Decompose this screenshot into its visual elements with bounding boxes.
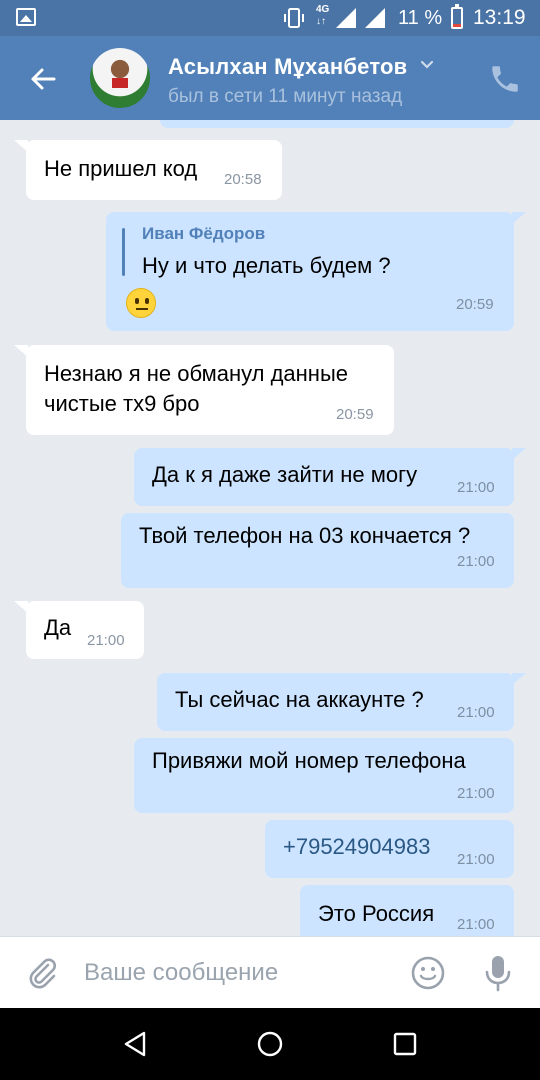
- message-text: Твой телефон на 03 кончается ?: [139, 523, 471, 548]
- nav-recents-icon[interactable]: [393, 1032, 417, 1056]
- message-composer: [0, 936, 540, 1008]
- signal-icon: [336, 8, 356, 28]
- reply-quote-bar: [122, 228, 125, 276]
- message-bubble-outgoing[interactable]: Твой телефон на 03 кончается ? 21:00: [121, 513, 514, 588]
- clock: 13:19: [473, 6, 526, 29]
- message-bubble-outgoing[interactable]: +79524904983 21:00: [265, 820, 514, 878]
- message-bubble-outgoing[interactable]: Да к я даже зайти не могу 21:00: [134, 448, 526, 506]
- emoji-smile-icon[interactable]: [410, 955, 446, 991]
- message-bubble-partial: [160, 120, 514, 128]
- nav-home-icon[interactable]: [257, 1031, 283, 1057]
- message-bubble-outgoing[interactable]: Привяжи мой номер телефона 21:00: [134, 738, 514, 813]
- image-notification-icon: [16, 8, 36, 26]
- chevron-down-icon[interactable]: [420, 58, 434, 72]
- message-time: 21:00: [457, 553, 495, 570]
- paperclip-attach-icon[interactable]: [24, 955, 60, 991]
- network-activity-icon: ↓↑: [316, 16, 326, 27]
- chat-header: Асылхан Мұханбетов был в сети 11 минут н…: [0, 36, 540, 120]
- message-text: Это Россия: [318, 901, 435, 926]
- message-bubble-incoming[interactable]: Не пришел код 20:58: [14, 140, 282, 200]
- message-bubble-incoming[interactable]: Да 21:00: [14, 601, 144, 659]
- contact-name[interactable]: Асылхан Мұханбетов: [168, 54, 407, 80]
- signal-icon-2: [365, 8, 385, 28]
- message-time: 21:00: [457, 785, 495, 802]
- message-bubble-outgoing[interactable]: Это Россия 21:00: [300, 885, 514, 936]
- network-type: 4G: [316, 4, 330, 15]
- neutral-face-emoji-icon: [126, 288, 156, 318]
- nav-back-icon[interactable]: [122, 1030, 148, 1058]
- message-text-line-2: чистые тх9 бро: [44, 391, 200, 416]
- reply-author[interactable]: Иван Фёдоров: [142, 224, 265, 244]
- battery-percent: 11 %: [398, 7, 443, 29]
- message-input[interactable]: [84, 955, 394, 991]
- message-time: 21:00: [457, 851, 495, 868]
- back-arrow-icon[interactable]: [26, 62, 60, 96]
- phone-call-icon[interactable]: [488, 62, 522, 96]
- message-text: Не пришел код: [44, 156, 198, 181]
- message-text: Привяжи мой номер телефона: [152, 748, 466, 773]
- message-time: 20:58: [224, 171, 262, 188]
- vibrate-icon: [284, 8, 304, 28]
- last-seen-status: был в сети 11 минут назад: [168, 86, 403, 107]
- message-text: Ты сейчас на аккаунте ?: [175, 687, 424, 712]
- message-time: 20:59: [336, 406, 374, 423]
- message-bubble-outgoing[interactable]: Ты сейчас на аккаунте ? 21:00: [157, 673, 526, 731]
- message-text: Незнаю я не обманул данные: [44, 361, 348, 386]
- message-list[interactable]: Не пришел код 20:58 Иван Фёдоров Ну и чт…: [0, 120, 540, 936]
- message-time: 21:00: [87, 632, 125, 649]
- message-bubble-incoming[interactable]: Незнаю я не обманул данные чистые тх9 бр…: [14, 345, 394, 435]
- message-bubble-outgoing-reply[interactable]: Иван Фёдоров Ну и что делать будем ? 20:…: [106, 212, 526, 331]
- message-time: 21:00: [457, 479, 495, 496]
- microphone-icon[interactable]: [480, 953, 516, 993]
- battery-icon: [451, 4, 463, 29]
- avatar[interactable]: [90, 48, 150, 108]
- phone-number-link[interactable]: +79524904983: [283, 832, 430, 862]
- message-text: Ну и что делать будем ?: [142, 253, 391, 278]
- message-time: 21:00: [457, 916, 495, 933]
- message-text: Да к я даже зайти не могу: [152, 462, 418, 487]
- system-navigation-bar: [0, 1008, 540, 1080]
- message-time: 21:00: [457, 704, 495, 721]
- message-time: 20:59: [456, 296, 494, 313]
- message-text: Да: [44, 615, 72, 640]
- status-bar: 4G ↓↑ 11 % 13:19: [0, 0, 540, 36]
